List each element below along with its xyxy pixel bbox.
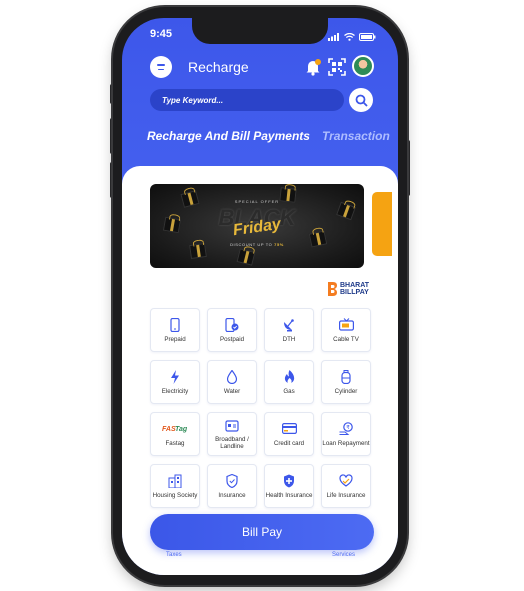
qr-scan-icon[interactable] xyxy=(327,57,347,77)
service-electricity[interactable]: Electricity xyxy=(150,360,200,404)
service-water[interactable]: Water xyxy=(207,360,257,404)
tab-transaction[interactable]: Transaction xyxy=(322,129,390,143)
credit-card-icon xyxy=(281,422,297,436)
status-icons xyxy=(328,28,376,46)
service-dth[interactable]: DTH xyxy=(264,308,314,352)
banner-offer-text: SPECIAL OFFER xyxy=(234,199,280,204)
content-card: SPECIAL OFFER BLACK Friday DISCOUNT UP T… xyxy=(122,166,398,575)
banner-discount-value: 75% xyxy=(274,242,284,247)
lightning-icon xyxy=(170,369,180,384)
service-broadband-landline[interactable]: Broadband / Landline xyxy=(207,412,257,456)
wifi-icon xyxy=(344,28,355,46)
service-credit-card[interactable]: Credit card xyxy=(264,412,314,456)
service-prepaid[interactable]: Prepaid xyxy=(150,308,200,352)
fastag-logo-icon: FAS Tag xyxy=(162,422,188,436)
status-time: 9:45 xyxy=(150,28,173,40)
svg-text:₹: ₹ xyxy=(346,424,350,431)
search-input[interactable] xyxy=(150,89,344,111)
avatar[interactable] xyxy=(352,55,374,77)
service-fastag[interactable]: FAS Tag Fastag xyxy=(150,412,200,456)
page-title: Recharge xyxy=(188,59,249,75)
service-housing-society[interactable]: Housing Society xyxy=(150,464,200,508)
notch xyxy=(192,18,328,44)
service-gas[interactable]: Gas xyxy=(264,360,314,404)
building-icon xyxy=(168,474,182,488)
service-cylinder[interactable]: Cylinder xyxy=(321,360,371,404)
service-health-insurance[interactable]: Health Insurance xyxy=(264,464,314,508)
banner-discount: DISCOUNT UP TO 75% xyxy=(150,242,364,247)
search-icon xyxy=(355,94,368,107)
service-cable-tv[interactable]: Cable TV xyxy=(321,308,371,352)
service-postpaid[interactable]: Postpaid xyxy=(207,308,257,352)
service-life-insurance[interactable]: Life Insurance xyxy=(321,464,371,508)
cylinder-icon xyxy=(341,369,351,384)
shield-icon xyxy=(226,473,238,488)
bharat-billpay-logo: BHARAT BILLPAY xyxy=(328,282,369,296)
service-insurance[interactable]: Insurance xyxy=(207,464,257,508)
service-loan-repayment[interactable]: ₹ Loan Repayment xyxy=(321,412,371,456)
water-drop-icon xyxy=(227,369,237,384)
tv-icon xyxy=(338,318,354,332)
life-insurance-icon xyxy=(339,473,353,488)
bbps-line-1: BHARAT xyxy=(340,282,370,289)
service-services-partial: Services xyxy=(332,552,356,558)
svg-text:Tag: Tag xyxy=(175,426,188,433)
menu-button[interactable] xyxy=(150,56,172,78)
bill-pay-button[interactable]: Bill Pay xyxy=(150,514,374,550)
signal-icon xyxy=(328,28,340,46)
notification-bell-icon[interactable] xyxy=(303,57,323,77)
app-screen: 9:45 Recharge Recharge And Bill Payments… xyxy=(122,18,398,575)
mobile-icon xyxy=(170,317,180,332)
menu-icon xyxy=(157,63,165,66)
banner-discount-prefix: DISCOUNT UP TO xyxy=(230,242,273,247)
router-icon xyxy=(225,418,239,432)
promo-banner[interactable]: SPECIAL OFFER BLACK Friday DISCOUNT UP T… xyxy=(150,184,364,268)
loan-icon: ₹ xyxy=(339,422,354,436)
satellite-dish-icon xyxy=(282,318,296,332)
battery-icon xyxy=(359,28,376,46)
bbps-logo-icon xyxy=(328,282,337,296)
svg-text:FAS: FAS xyxy=(162,426,176,433)
search-button[interactable] xyxy=(349,88,373,112)
health-shield-icon xyxy=(283,474,295,488)
flame-icon xyxy=(284,369,295,384)
next-banner-peek[interactable] xyxy=(372,192,392,256)
tab-recharge-bill-payments[interactable]: Recharge And Bill Payments xyxy=(147,129,310,143)
gift-box-icon xyxy=(236,248,256,266)
postpaid-mobile-icon xyxy=(225,317,239,332)
app-header: Recharge xyxy=(122,52,398,82)
service-taxes-partial: Taxes xyxy=(166,552,182,558)
bbps-line-2: BILLPAY xyxy=(340,289,369,296)
